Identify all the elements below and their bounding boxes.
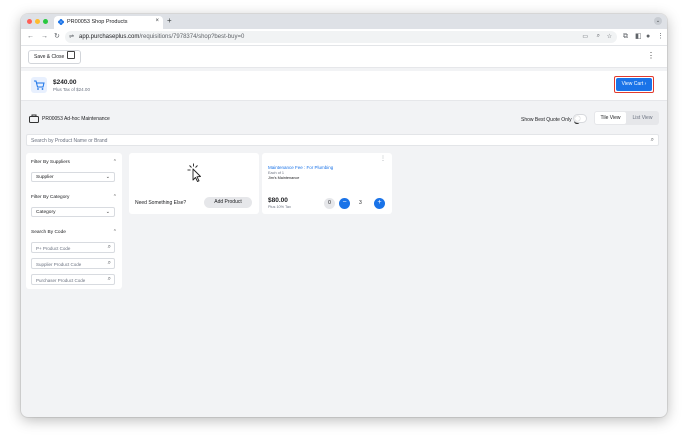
save-close-label: Save & Close xyxy=(34,54,65,60)
quantity-value[interactable]: 3 xyxy=(359,200,362,206)
search-icon[interactable]: ⌕ xyxy=(651,137,654,144)
url-domain: app.purchaseplus.com xyxy=(79,33,140,40)
increase-quantity-button[interactable]: + xyxy=(374,198,385,209)
best-quote-label: Show Best Quote Only? xyxy=(521,117,580,124)
pplus-code-placeholder: P+ Product Code xyxy=(36,245,71,251)
search-icon[interactable]: ⌕ xyxy=(108,276,111,283)
forward-icon[interactable]: → xyxy=(41,32,48,41)
supplier-code-placeholder: Supplier Product Code xyxy=(36,261,82,267)
url-field[interactable]: ⇌ app.purchaseplus.com/requisitions/7978… xyxy=(65,31,617,43)
site-info-icon[interactable]: ⇌ xyxy=(69,33,74,40)
chevron-down-icon: ⌄ xyxy=(105,174,110,180)
product-supplier: Jim's Maintenance xyxy=(268,175,300,180)
cursor-click-icon xyxy=(187,163,201,182)
product-card: ⋮ Maintenance Fee : For Plumbing Each of… xyxy=(262,153,392,214)
category-filter-heading: Filter By Category xyxy=(31,195,70,200)
save-icon xyxy=(67,51,76,59)
decrease-quantity-button[interactable]: − xyxy=(339,198,350,209)
save-close-button[interactable]: Save & Close xyxy=(28,50,82,64)
chevron-right-icon: › xyxy=(644,81,647,87)
supplier-select-value: Supplier xyxy=(36,175,54,180)
tab-title: PR00053 Shop Products xyxy=(67,19,128,25)
search-icon[interactable]: ⌕ xyxy=(108,244,111,251)
profile-avatar-icon[interactable]: ● xyxy=(646,32,650,41)
product-search-input[interactable]: Search by Product Name or Brand ⌕ xyxy=(26,134,659,146)
app-action-bar: Save & Close ⋮ xyxy=(21,46,667,68)
view-cart-label: View Cart xyxy=(621,81,644,87)
more-options-icon[interactable]: ⋮ xyxy=(647,51,655,61)
purchaser-code-placeholder: Purchaser Product Code xyxy=(36,277,86,283)
tab-strip: PR00053 Shop Products × + ⌄ xyxy=(21,14,667,29)
suppliers-filter-heading: Filter By Suppliers xyxy=(31,160,70,165)
pplus-code-input[interactable]: P+ Product Code ⌕ xyxy=(31,242,115,253)
cart-icon xyxy=(31,77,47,93)
product-name-link[interactable]: Maintenance Fee : For Plumbing xyxy=(268,165,333,170)
zoom-icon[interactable]: ⌕ xyxy=(597,33,600,40)
browser-window: PR00053 Shop Products × + ⌄ ← → ↻ ⇌ app.… xyxy=(21,14,667,417)
maximize-window-button[interactable] xyxy=(43,19,48,24)
chevron-down-icon: ⌄ xyxy=(105,209,110,215)
add-product-prompt: Need Something Else? xyxy=(135,200,187,206)
chevron-up-icon[interactable]: ⌃ xyxy=(113,194,117,200)
best-quote-toggle[interactable] xyxy=(573,114,587,123)
browser-tab[interactable]: PR00053 Shop Products × xyxy=(54,16,163,29)
best-quote-text: Show Best Quote Only xyxy=(521,117,572,123)
browser-menu-icon[interactable]: ⋮ xyxy=(657,32,664,41)
category-select-value: Category xyxy=(36,210,56,215)
product-options-icon[interactable]: ⋮ xyxy=(380,156,386,162)
chevron-up-icon[interactable]: ⌃ xyxy=(113,229,117,235)
back-icon[interactable]: ← xyxy=(27,32,34,41)
search-icon[interactable]: ⌕ xyxy=(108,260,111,267)
site-favicon-icon xyxy=(58,19,64,25)
reload-icon[interactable]: ↻ xyxy=(54,32,60,41)
supplier-code-input[interactable]: Supplier Product Code ⌕ xyxy=(31,258,115,269)
product-price: $80.00 xyxy=(268,197,288,204)
list-view-button[interactable]: List View xyxy=(627,112,658,124)
chevron-up-icon[interactable]: ⌃ xyxy=(113,159,117,165)
search-placeholder: Search by Product Name or Brand xyxy=(31,138,108,144)
requisition-title: PR00053 Ad-hoc Maintenance xyxy=(42,116,110,122)
view-cart-button[interactable]: View Cart › xyxy=(616,78,652,91)
supplier-select[interactable]: Supplier ⌄ xyxy=(31,172,115,182)
address-bar-row: ← → ↻ ⇌ app.purchaseplus.com/requisition… xyxy=(21,29,667,46)
cart-summary: $240.00 Plus Tax of $24.00 View Cart › xyxy=(21,71,667,101)
install-app-icon[interactable]: ▭ xyxy=(582,33,588,40)
product-unit: Each of 1 xyxy=(268,170,285,175)
quantity-badge: 0 xyxy=(324,198,335,209)
cart-tax: Plus Tax of $24.00 xyxy=(53,87,90,92)
extensions-icon[interactable]: ⧉ xyxy=(623,32,628,41)
bookmark-star-icon[interactable]: ☆ xyxy=(607,33,612,40)
filter-sidebar: Filter By Suppliers ⌃ Supplier ⌄ Filter … xyxy=(26,153,122,289)
tile-view-button[interactable]: Tile View xyxy=(595,112,626,124)
product-tax: Plus 10% Tax xyxy=(268,205,291,209)
url-path: /requisitions/7978374/shop?best-buy=0 xyxy=(139,33,245,40)
new-tab-button[interactable]: + xyxy=(167,17,172,25)
cart-total: $240.00 xyxy=(53,79,77,86)
side-panel-icon[interactable]: ◧ xyxy=(635,32,642,41)
requisition-icon xyxy=(29,114,39,123)
add-product-button[interactable]: Add Product xyxy=(204,197,252,208)
minimize-window-button[interactable] xyxy=(35,19,40,24)
close-window-button[interactable] xyxy=(27,19,32,24)
view-switcher: Tile View List View xyxy=(594,111,659,125)
tab-search-icon[interactable]: ⌄ xyxy=(654,17,662,25)
add-product-card: Need Something Else? Add Product xyxy=(129,153,259,214)
code-search-heading: Search By Code xyxy=(31,230,66,235)
tab-close-icon[interactable]: × xyxy=(155,18,159,24)
url-text: app.purchaseplus.com/requisitions/797837… xyxy=(79,34,244,40)
category-select[interactable]: Category ⌄ xyxy=(31,207,115,217)
purchaser-code-input[interactable]: Purchaser Product Code ⌕ xyxy=(31,274,115,285)
